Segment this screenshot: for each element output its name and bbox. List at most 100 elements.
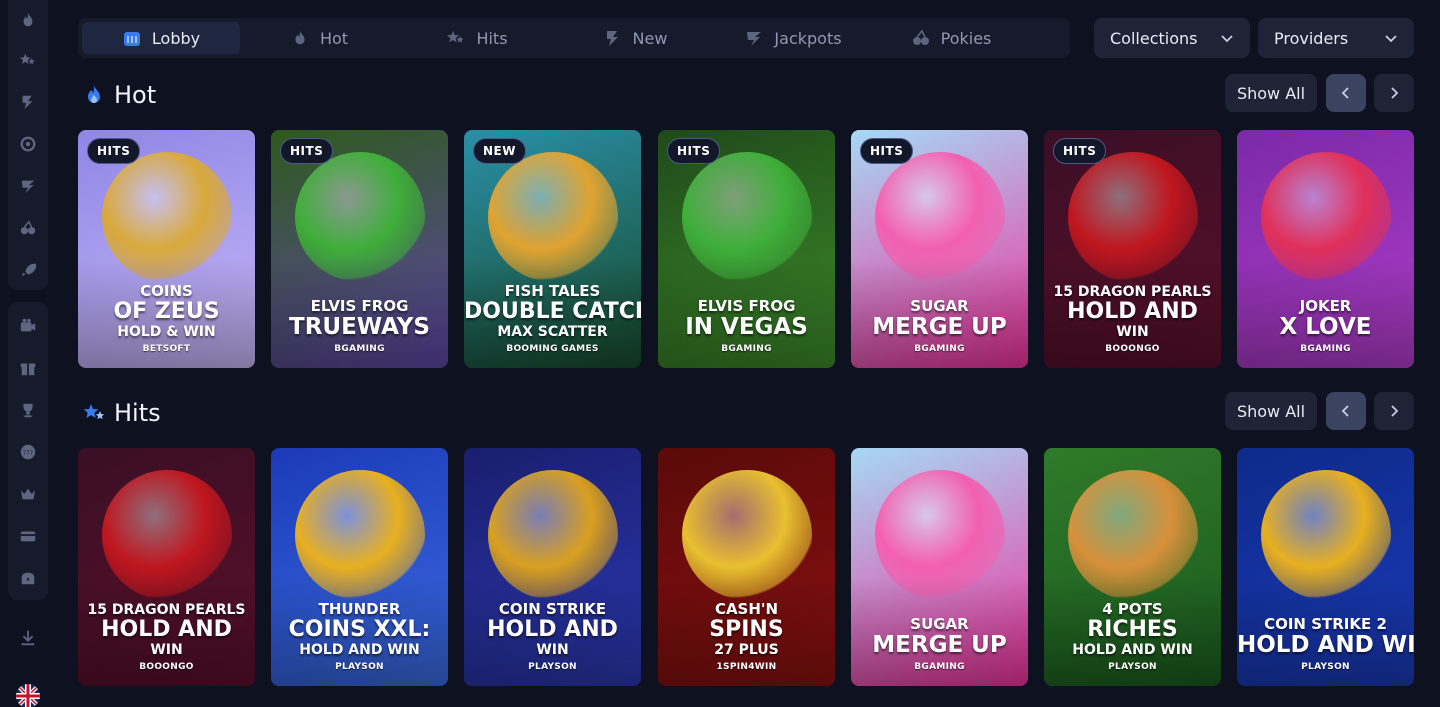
game-title-line: HOLD AND <box>487 617 618 642</box>
game-card[interactable]: WIN HOLD AND COIN STRIKE PLAYSON <box>464 448 641 686</box>
providers-dropdown[interactable]: Providers <box>1258 18 1414 58</box>
game-badge: HITS <box>87 138 141 164</box>
game-title-line: THUNDER <box>318 600 401 618</box>
cherries-icon[interactable] <box>18 218 38 238</box>
game-card[interactable]: HOLD AND WIN RICHES 4 POTS PLAYSON <box>1044 448 1221 686</box>
stars-icon <box>83 404 105 420</box>
game-title-line: RICHES <box>1087 617 1178 642</box>
flame-icon[interactable] <box>18 10 38 30</box>
chevron-right-icon <box>1391 405 1399 417</box>
sidebar: 777 <box>0 0 56 707</box>
game-title-line: HOLD AND WIN <box>1072 642 1193 658</box>
slot-icon[interactable]: 777 <box>18 442 38 462</box>
game-title-line: 27 PLUS <box>714 642 779 658</box>
show-all-button[interactable]: Show All <box>1225 74 1317 112</box>
tab-pokies[interactable]: Pokies <box>872 22 1030 54</box>
sidebar-group-categories <box>8 0 48 290</box>
carousel-next-button[interactable] <box>1374 392 1414 430</box>
carousel-prev-button[interactable] <box>1326 74 1366 112</box>
collections-dropdown[interactable]: Collections <box>1094 18 1250 58</box>
game-card[interactable]: HITS IN VEGAS ELVIS FROG BGAMING <box>658 130 835 368</box>
lobby-icon <box>122 28 142 48</box>
carousel-next-button[interactable] <box>1374 74 1414 112</box>
game-row-hits: WIN HOLD AND 15 DRAGON PEARLS BOOONGO HOLD A… <box>78 448 1414 686</box>
game-title-line: SUGAR <box>910 297 969 315</box>
target-icon[interactable] <box>18 134 38 154</box>
game-title-line: FISH TALES <box>504 282 601 300</box>
chevron-left-icon <box>1341 87 1349 99</box>
game-card[interactable]: 27 PLUS SPINS CASH'N 1SPIN4WIN <box>658 448 835 686</box>
tab-new[interactable]: New <box>556 22 714 54</box>
tab-jackpots[interactable]: Jackpots <box>714 22 872 54</box>
game-provider: PLAYSON <box>335 662 384 672</box>
chevron-right-icon <box>1391 87 1399 99</box>
game-provider: BGAMING <box>334 344 385 354</box>
camera-icon[interactable] <box>18 316 38 336</box>
game-title-line: HOLD AND WIN <box>1237 632 1414 658</box>
game-title-line: SPINS <box>709 617 784 642</box>
game-title-line: ELVIS FROG <box>697 297 796 315</box>
game-provider: BGAMING <box>914 344 965 354</box>
game-provider: BOOONGO <box>1105 344 1160 354</box>
uk-flag-icon[interactable] <box>16 684 40 707</box>
game-card[interactable]: HOLD AND WIN COINS XXL: THUNDER PLAYSON <box>271 448 448 686</box>
game-card[interactable]: HITS MERGE UP SUGAR BGAMING <box>851 130 1028 368</box>
game-title-line: HOLD AND <box>101 617 232 642</box>
chevron-left-icon <box>1341 405 1349 417</box>
trophy-icon[interactable] <box>18 400 38 420</box>
game-title-line: HOLD & WIN <box>117 324 216 340</box>
cherries-icon <box>911 28 931 48</box>
game-title-line: 15 DRAGON PEARLS <box>1053 284 1212 300</box>
download-icon[interactable] <box>18 628 38 648</box>
section-title-text: Hot <box>114 81 157 109</box>
game-row-hot: HITS HOLD & WIN OF ZEUS COINS BETSOFT HITS TRU… <box>78 130 1414 368</box>
chevron-down-icon <box>1221 35 1233 43</box>
game-title-line: MAX SCATTER <box>497 324 608 340</box>
jackpot-icon[interactable] <box>18 176 38 196</box>
gift-icon[interactable] <box>18 358 38 378</box>
card-icon[interactable] <box>18 526 38 546</box>
section-title-text: Hits <box>114 399 161 427</box>
tab-hits[interactable]: Hits <box>398 22 556 54</box>
game-title-line: DOUBLE CATCH <box>464 299 641 324</box>
game-provider: BOOMING GAMES <box>506 344 599 354</box>
game-title-line: 4 POTS <box>1102 600 1163 618</box>
rocket-icon[interactable] <box>18 260 38 280</box>
game-badge: HITS <box>280 138 334 164</box>
game-provider: BGAMING <box>1300 344 1351 354</box>
game-card[interactable]: X LOVE JOKER BGAMING <box>1237 130 1414 368</box>
game-title-line: OF ZEUS <box>113 299 220 324</box>
game-title-line: CASH'N <box>714 600 779 618</box>
tab-label: Hits <box>476 28 508 48</box>
chest-icon[interactable] <box>18 568 38 588</box>
game-provider: PLAYSON <box>528 662 577 672</box>
flame-icon <box>88 85 100 103</box>
game-card[interactable]: MERGE UP SUGAR BGAMING <box>851 448 1028 686</box>
tab-label: New <box>632 28 668 48</box>
section-title-hits: Hits <box>82 397 161 429</box>
game-card[interactable]: NEW MAX SCATTER DOUBLE CATCH FISH TALES BOOM… <box>464 130 641 368</box>
tab-lobby[interactable]: Lobby <box>82 22 240 54</box>
game-card[interactable]: HITS HOLD & WIN OF ZEUS COINS BETSOFT <box>78 130 255 368</box>
tab-hot[interactable]: Hot <box>240 22 398 54</box>
game-title-line: JOKER <box>1299 297 1352 315</box>
game-card[interactable]: HITS WIN HOLD AND 15 DRAGON PEARLS BOOONGO <box>1044 130 1221 368</box>
chevron-down-icon <box>1385 35 1397 43</box>
game-provider: BETSOFT <box>142 344 191 354</box>
stars-icon[interactable] <box>18 50 38 70</box>
new-icon[interactable] <box>18 92 38 112</box>
flame-icon <box>290 28 310 48</box>
collections-label: Collections <box>1110 28 1198 48</box>
game-title-line: WIN <box>536 642 569 658</box>
game-card[interactable]: HOLD AND WINCOIN STRIKE 2 PLAYSON <box>1237 448 1414 686</box>
svg-text:777: 777 <box>23 451 33 457</box>
show-all-button[interactable]: Show All <box>1225 392 1317 430</box>
game-title-line: COINS XXL: <box>288 617 431 642</box>
game-title-line: WIN <box>1116 324 1149 340</box>
carousel-prev-button[interactable] <box>1326 392 1366 430</box>
new-icon <box>603 28 623 48</box>
game-badge: HITS <box>1053 138 1107 164</box>
game-card[interactable]: WIN HOLD AND 15 DRAGON PEARLS BOOONGO <box>78 448 255 686</box>
crown-icon[interactable] <box>18 484 38 504</box>
game-card[interactable]: HITS TRUEWAYS ELVIS FROG BGAMING <box>271 130 448 368</box>
